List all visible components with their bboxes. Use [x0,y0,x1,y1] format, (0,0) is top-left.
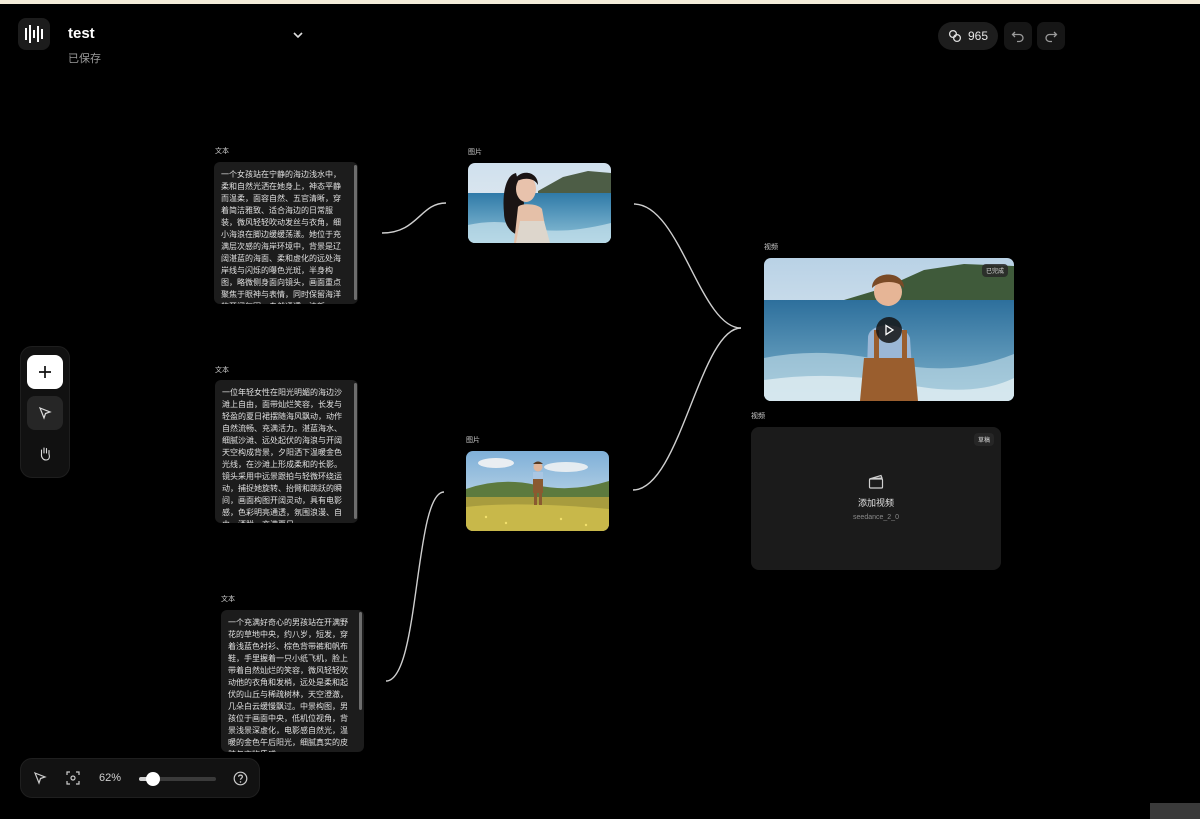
pointer-icon [33,771,47,785]
draft-badge: 草稿 [973,433,994,446]
add-node-button[interactable] [27,355,63,389]
zoom-slider[interactable] [139,772,216,786]
left-toolbar [20,346,70,478]
video-node-1-label: 视频 [764,244,778,251]
add-video-button[interactable]: 添加视频 [751,496,1001,509]
corner-overlay [1150,803,1200,819]
video-node-2[interactable]: 草稿 添加视频 seedance_2_0 [751,427,1001,570]
text-node-2-content: 一位年轻女性在阳光明媚的海边沙滩上自由，面带灿烂笑容，长发与轻盈的夏日裙摆随海风… [222,388,342,523]
text-node-1[interactable]: 一个女孩站在宁静的海边浅水中，柔和自然光洒在她身上，神态平静而温柔，面容自然、五… [214,162,358,304]
pointer-mode-button[interactable] [33,771,47,790]
image-node-2[interactable] [466,451,609,531]
boy-in-meadow-image [466,451,609,531]
status-badge: 已完成 [981,264,1008,277]
hand-icon [40,446,50,461]
text-node-2-label: 文本 [215,367,229,374]
play-icon [885,324,895,336]
zoom-level: 62% [99,772,122,784]
text-node-3-scrollbar[interactable] [359,612,362,710]
text-node-1-label: 文本 [215,148,229,155]
cursor-icon [38,406,52,420]
clapperboard-icon [868,474,884,494]
model-name: seedance_2_0 [853,514,899,521]
node-connections [381,202,742,682]
play-button[interactable] [876,317,902,343]
image-node-1-label: 图片 [468,149,482,156]
text-node-2-scrollbar[interactable] [354,383,357,519]
text-node-3-content: 一个充满好奇心的男孩站在开满野花的草地中央，约八岁，短发，穿着浅蓝色衬衫、棕色背… [228,618,348,752]
fit-view-button[interactable] [66,771,80,790]
image-node-2-label: 图片 [466,437,480,444]
zoom-slider-knob[interactable] [146,772,161,786]
text-node-3-label: 文本 [221,596,235,603]
text-node-1-scrollbar[interactable] [354,165,357,300]
text-node-3[interactable]: 一个充满好奇心的男孩站在开满野花的草地中央，约八岁，短发，穿着浅蓝色衬衫、棕色背… [221,610,364,752]
girl-at-sea-image [468,163,611,243]
hand-tool-button[interactable] [27,436,63,470]
help-button[interactable] [233,771,248,791]
video-node-2-label: 视频 [751,413,765,420]
video-node-1[interactable]: 已完成 [764,258,1014,401]
select-tool-button[interactable] [27,396,63,430]
plus-icon [39,366,51,378]
text-node-1-content: 一个女孩站在宁静的海边浅水中，柔和自然光洒在她身上，神态平静而温柔，面容自然、五… [221,170,341,304]
text-node-2[interactable]: 一位年轻女性在阳光明媚的海边沙滩上自由，面带灿烂笑容，长发与轻盈的夏日裙摆随海风… [215,380,358,523]
help-icon [233,771,248,786]
bottom-toolbar: 62% [20,758,260,798]
image-node-1[interactable] [468,163,611,243]
fit-view-icon [66,771,80,785]
